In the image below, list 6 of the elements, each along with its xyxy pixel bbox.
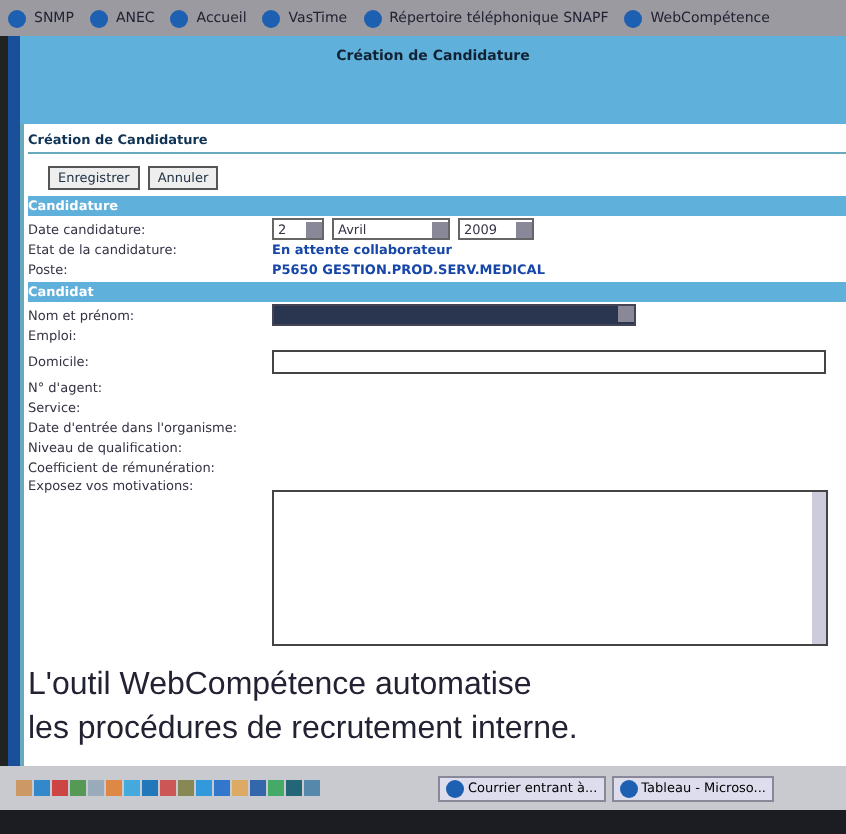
scrollbar[interactable] <box>812 492 826 644</box>
caption-text: L'outil WebCompétence automatise <box>28 666 534 706</box>
input-field[interactable] <box>272 350 826 374</box>
text-area[interactable] <box>272 490 828 646</box>
name-dropdown[interactable] <box>272 304 636 326</box>
caption-text: les procédures de recrutement interne. <box>28 710 578 750</box>
